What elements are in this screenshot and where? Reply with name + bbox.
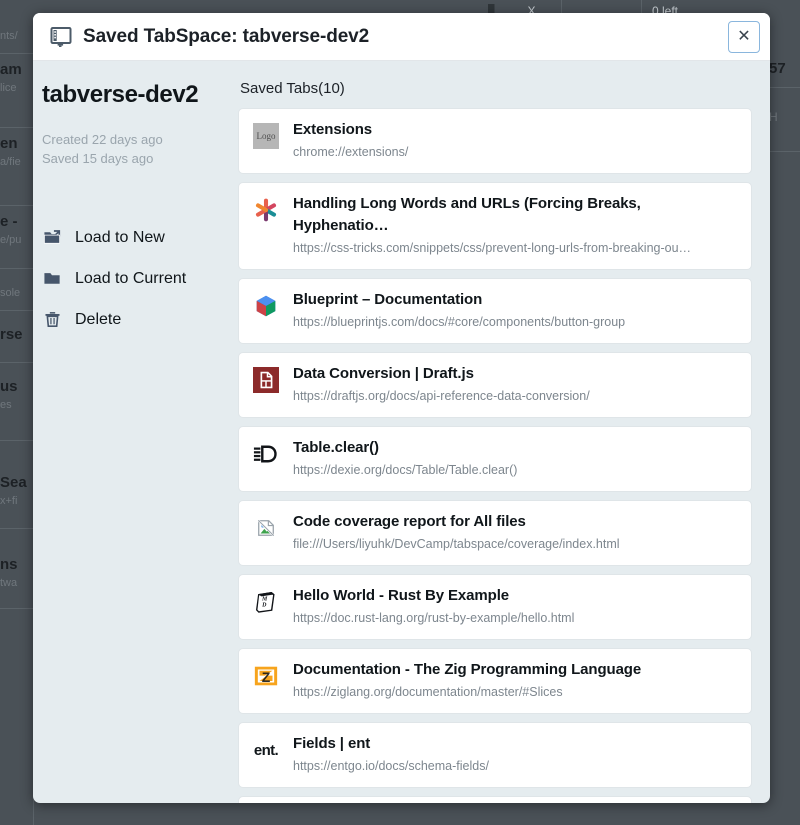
delete-button[interactable]: Delete xyxy=(42,299,233,340)
tab-title: Documentation - The Zig Programming Lang… xyxy=(293,661,642,678)
ent-wordmark-label: ent. xyxy=(253,741,279,759)
ent-wordmark-icon: ent. xyxy=(251,735,281,765)
tab-list-item[interactable]: Handling Long Words and URLs (Forcing Br… xyxy=(238,182,752,270)
tab-url: https://dexie.org/docs/Table/Table.clear… xyxy=(293,463,518,477)
tab-title: Extensions xyxy=(293,121,373,138)
backdrop-row: e - e/pu xyxy=(0,206,33,269)
tab-title: Code coverage report for All files xyxy=(293,513,526,530)
created-date: Created 22 days ago xyxy=(42,132,163,147)
backdrop-row: am lice xyxy=(0,54,33,128)
tab-title: Data Conversion | Draft.js xyxy=(293,365,474,382)
tab-list-item[interactable]: Table.clear() https://dexie.org/docs/Tab… xyxy=(238,426,752,492)
folder-open-icon xyxy=(42,269,62,289)
dialog-title: Saved TabSpace: tabverse-dev2 xyxy=(83,25,370,47)
close-button[interactable]: ✕ xyxy=(728,20,760,53)
tab-title: Hello World - Rust By Example xyxy=(293,587,510,604)
tab-title: Blueprint – Documentation xyxy=(293,291,483,308)
saved-tabs-pane: Saved Tabs(10) Logo Extensions chrome://… xyxy=(233,77,752,803)
tab-url: file:///Users/liyuhk/DevCamp/tabspace/co… xyxy=(293,537,620,551)
svg-text:D: D xyxy=(261,603,267,609)
dexie-ed-icon xyxy=(251,439,281,469)
load-to-new-label: Load to New xyxy=(75,228,165,246)
broken-image-icon xyxy=(251,513,281,543)
saved-tabspace-dialog: Saved TabSpace: tabverse-dev2 ✕ tabverse… xyxy=(33,13,770,803)
tab-url: chrome://extensions/ xyxy=(293,145,409,159)
tab-list-item[interactable]: Code coverage report for All files file:… xyxy=(238,500,752,566)
tab-list-item[interactable]: ent. Fields | ent https://entgo.io/docs/… xyxy=(238,722,752,788)
dialog-body: tabverse-dev2 Created 22 days ago Saved … xyxy=(33,61,770,803)
tab-title: Fields | ent xyxy=(293,735,371,752)
tabspace-book-icon xyxy=(50,26,72,48)
placeholder-logo-label: Logo xyxy=(253,123,279,149)
tab-list-item[interactable]: Blueprint – Documentation https://bluepr… xyxy=(238,278,752,344)
folder-export-icon xyxy=(42,228,62,248)
backdrop-row: rse xyxy=(0,311,33,363)
saved-tabs-heading: Saved Tabs(10) xyxy=(240,80,345,97)
backdrop-left-column: nts/ am lice en a/fie e - e/pu sole rse … xyxy=(0,22,34,825)
backdrop-row: Sea x+fi xyxy=(0,441,33,529)
draftjs-icon xyxy=(251,365,281,395)
svg-text:Z: Z xyxy=(262,669,271,685)
backdrop-row: sole xyxy=(0,269,33,311)
tab-list-item[interactable]: ent/schema/field at v0.9.1 · ent/ent htt… xyxy=(238,796,752,803)
backdrop-row-partial: nts/ xyxy=(0,22,33,54)
sidebar-actions: Load to New Load to Current Delete xyxy=(42,217,233,340)
backdrop-right-value: 57 xyxy=(766,22,800,88)
css-tricks-star-icon xyxy=(251,195,281,225)
load-to-new-button[interactable]: Load to New xyxy=(42,217,233,258)
dialog-header: Saved TabSpace: tabverse-dev2 ✕ xyxy=(33,13,770,61)
close-icon: ✕ xyxy=(737,27,751,45)
load-to-current-label: Load to Current xyxy=(75,269,187,287)
load-to-current-button[interactable]: Load to Current xyxy=(42,258,233,299)
tab-list-item[interactable]: M D Hello World - Rust By Example https:… xyxy=(238,574,752,640)
placeholder-logo-icon: Logo xyxy=(251,121,281,151)
backdrop-row: en a/fie xyxy=(0,128,33,206)
tab-title: Table.clear() xyxy=(293,439,379,456)
tabspace-sidebar: tabverse-dev2 Created 22 days ago Saved … xyxy=(33,77,233,803)
tabspace-name: tabverse-dev2 xyxy=(42,81,199,108)
tab-title: Handling Long Words and URLs (Forcing Br… xyxy=(293,195,641,234)
tab-url: https://entgo.io/docs/schema-fields/ xyxy=(293,759,489,773)
delete-label: Delete xyxy=(75,310,122,328)
saved-date: Saved 15 days ago xyxy=(42,151,154,166)
backdrop-right-column: 57 H xyxy=(766,22,800,825)
zig-logo-icon: Z xyxy=(251,661,281,691)
svg-text:M: M xyxy=(261,597,268,603)
tab-url: https://doc.rust-lang.org/rust-by-exampl… xyxy=(293,611,575,625)
blueprint-cube-icon xyxy=(251,291,281,321)
tab-url: https://css-tricks.com/snippets/css/prev… xyxy=(293,241,692,255)
tab-list-item[interactable]: Z Documentation - The Zig Programming La… xyxy=(238,648,752,714)
rust-book-icon: M D xyxy=(251,587,281,617)
backdrop-right-label: H xyxy=(766,88,800,152)
trash-icon xyxy=(42,310,62,330)
tab-url: https://draftjs.org/docs/api-reference-d… xyxy=(293,389,590,403)
tab-list-item[interactable]: Logo Extensions chrome://extensions/ xyxy=(238,108,752,174)
tab-list-item[interactable]: Data Conversion | Draft.js https://draft… xyxy=(238,352,752,418)
tab-url: https://blueprintjs.com/docs/#core/compo… xyxy=(293,315,626,329)
backdrop-row: ns twa xyxy=(0,529,33,609)
backdrop-row: us es xyxy=(0,363,33,441)
tab-url: https://ziglang.org/documentation/master… xyxy=(293,685,563,699)
